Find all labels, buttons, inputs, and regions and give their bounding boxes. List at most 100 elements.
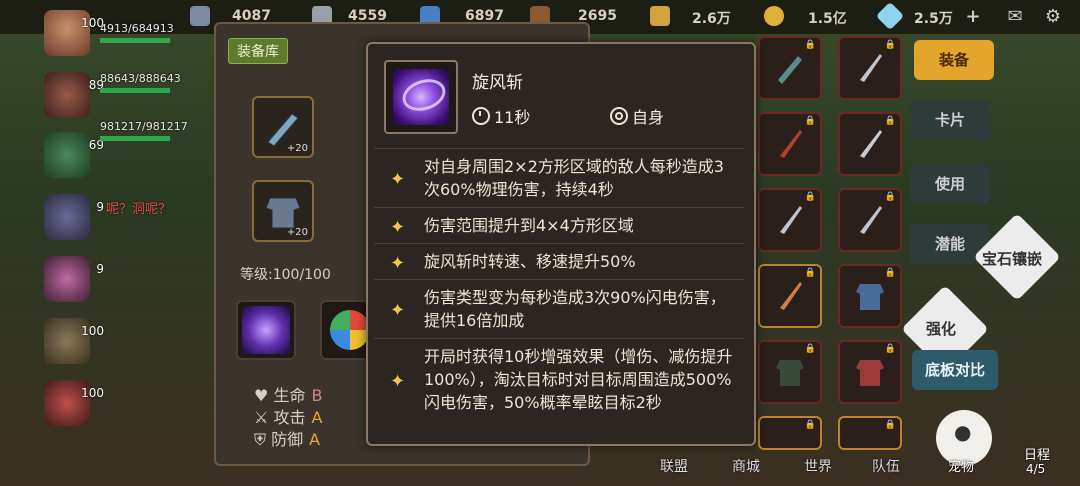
pet-label: 宠物 bbox=[948, 460, 975, 475]
lock-icon: 🔒 bbox=[884, 268, 896, 278]
item-cell[interactable]: 🔒 bbox=[838, 340, 902, 404]
nav-team[interactable]: 队伍 bbox=[872, 456, 900, 476]
nav-shop[interactable]: 商城 bbox=[732, 456, 760, 476]
effect-text: 旋风斩时转速、移速提升50% bbox=[424, 252, 636, 271]
diamond-icon bbox=[875, 1, 905, 31]
cooldown-value: 11秒 bbox=[494, 108, 531, 127]
hero-hp-text: 981217/981217 bbox=[100, 120, 188, 133]
resource-7: 2.5万 bbox=[914, 11, 953, 27]
skill-slot[interactable] bbox=[236, 300, 296, 360]
hero-slot[interactable]: 89 bbox=[40, 68, 106, 120]
lock-icon: 🔒 bbox=[884, 192, 896, 202]
nav-alliance[interactable]: 联盟 bbox=[660, 456, 688, 476]
hero-hp-text: 4913/684913 bbox=[100, 22, 174, 35]
hero-hp-bar bbox=[100, 88, 170, 93]
card-button[interactable]: 卡片 bbox=[910, 100, 990, 140]
lock-icon: 🔒 bbox=[884, 116, 896, 126]
skill-name: 旋风斩 bbox=[472, 73, 523, 93]
schedule-count: 4/5 bbox=[1026, 462, 1046, 476]
hero-level: 100 bbox=[81, 386, 104, 400]
item-cell[interactable]: 🔒 bbox=[838, 188, 902, 252]
sparkle-icon: ✦ bbox=[390, 300, 406, 321]
effect-text: 开局时获得10秒增强效果（增伤、减伤提升100%），淘汰目标时对目标周围造成50… bbox=[424, 347, 733, 412]
axe-icon bbox=[778, 56, 802, 84]
red-sword-icon bbox=[780, 130, 802, 158]
hero-avatar bbox=[44, 72, 90, 118]
sparkle-icon: ✦ bbox=[390, 216, 406, 238]
color-wheel-icon bbox=[330, 310, 370, 350]
item-cell[interactable]: 🔒 bbox=[838, 416, 902, 450]
hero-slot[interactable]: 100 bbox=[40, 376, 106, 428]
stat-label: 防御 bbox=[271, 430, 304, 449]
hero-level: 9 bbox=[96, 262, 104, 276]
compare-button[interactable]: 底板对比 bbox=[912, 350, 998, 390]
item-cell[interactable]: 🔒 bbox=[758, 264, 822, 328]
lock-icon: 🔒 bbox=[884, 40, 896, 50]
armor-icon bbox=[856, 284, 884, 310]
armor-slot[interactable]: +20 bbox=[252, 180, 314, 242]
use-button[interactable]: 使用 bbox=[910, 164, 990, 204]
sword-icon bbox=[780, 282, 802, 310]
mail-icon[interactable]: ✉ bbox=[1004, 6, 1026, 28]
target-icon bbox=[610, 107, 628, 125]
add-diamond-button[interactable]: + bbox=[962, 6, 984, 28]
lock-icon: 🔒 bbox=[804, 192, 816, 202]
paw-icon: ● bbox=[954, 420, 972, 444]
sparkle-icon: ✦ bbox=[390, 252, 406, 274]
cooldown-row: 11秒 bbox=[472, 104, 530, 128]
schedule-label: 日程 bbox=[1024, 448, 1051, 463]
lock-icon: 🔒 bbox=[884, 420, 896, 430]
schedule-button[interactable]: 日程 4/5 bbox=[1010, 400, 1070, 480]
equipment-level: 等级:100/100 bbox=[240, 267, 331, 283]
item-cell[interactable]: 🔒 bbox=[758, 416, 822, 450]
item-cell[interactable]: 🔒 bbox=[838, 36, 902, 100]
stat-grade: A bbox=[309, 430, 321, 449]
effect-list: ✦ 对自身周围2×2方形区域的敌人每秒造成3次60%物理伤害，持续4秒 ✦ 伤害范围… bbox=[374, 148, 744, 420]
item-cell[interactable]: 🔒 bbox=[758, 340, 822, 404]
item-cell[interactable]: 🔒 bbox=[758, 112, 822, 176]
sword-icon bbox=[860, 130, 882, 158]
effect-item: ✦ 开局时获得10秒增强效果（增伤、减伤提升100%），淘汰目标时对目标周围造成5… bbox=[374, 338, 744, 420]
whirlwind-icon bbox=[242, 306, 290, 354]
effect-text: 伤害类型变为每秒造成3次90%闪电伤害，提供16倍加成 bbox=[424, 288, 726, 330]
target-value: 自身 bbox=[632, 108, 665, 127]
stat-row: ⛨ 防御 A bbox=[254, 426, 320, 450]
hero-slot[interactable]: 9 bbox=[40, 190, 106, 242]
item-cell[interactable]: 🔒 bbox=[758, 188, 822, 252]
gear-icon[interactable]: ⚙ bbox=[1042, 6, 1064, 28]
hero-list: 100 89 69 9 9 100 100 bbox=[40, 0, 106, 486]
lock-icon: 🔒 bbox=[804, 40, 816, 50]
heart-icon: ♥ bbox=[254, 386, 269, 405]
item-cell[interactable]: 🔒 bbox=[758, 36, 822, 100]
lock-icon: 🔒 bbox=[804, 344, 816, 354]
equip-button[interactable]: 装备 bbox=[914, 40, 994, 80]
hero-slot[interactable]: 100 bbox=[40, 6, 106, 58]
effect-item: ✦ 伤害类型变为每秒造成3次90%闪电伤害，提供16倍加成 bbox=[374, 279, 744, 338]
stat-grade: A bbox=[311, 408, 323, 427]
target-row: 自身 bbox=[610, 104, 664, 128]
hero-hp-bar bbox=[100, 136, 170, 141]
weapon-slot[interactable]: +20 bbox=[252, 96, 314, 158]
item-cell[interactable]: 🔒 bbox=[838, 264, 902, 328]
resource-6: 1.5亿 bbox=[808, 11, 847, 27]
clock-icon bbox=[472, 107, 490, 125]
pet-button[interactable]: ● 宠物 bbox=[936, 410, 992, 475]
effect-text: 对自身周围2×2方形区域的敌人每秒造成3次60%物理伤害，持续4秒 bbox=[424, 157, 724, 199]
stat-label: 攻击 bbox=[273, 408, 306, 427]
gem-inlay-label: 宝石镶嵌 bbox=[982, 250, 1043, 268]
enhance-label: 强化 bbox=[926, 320, 957, 338]
item-cell[interactable]: 🔒 bbox=[838, 112, 902, 176]
hero-level: 9 bbox=[96, 200, 104, 214]
hero-slot[interactable]: 100 bbox=[40, 314, 106, 366]
gold-coin-icon bbox=[764, 6, 784, 26]
equipment-library-tab[interactable]: 装备库 bbox=[228, 38, 288, 64]
effect-text: 伤害范围提升到4×4方形区域 bbox=[424, 216, 634, 235]
stat-grade: B bbox=[311, 386, 323, 405]
blade-icon bbox=[860, 54, 882, 82]
hero-level: 100 bbox=[81, 324, 104, 338]
hero-slot[interactable]: 69 bbox=[40, 128, 106, 180]
nav-world[interactable]: 世界 bbox=[804, 456, 832, 476]
sparkle-icon: ✦ bbox=[390, 370, 406, 392]
effect-item: ✦ 对自身周围2×2方形区域的敌人每秒造成3次60%物理伤害，持续4秒 bbox=[374, 148, 744, 207]
hero-slot[interactable]: 9 bbox=[40, 252, 106, 304]
